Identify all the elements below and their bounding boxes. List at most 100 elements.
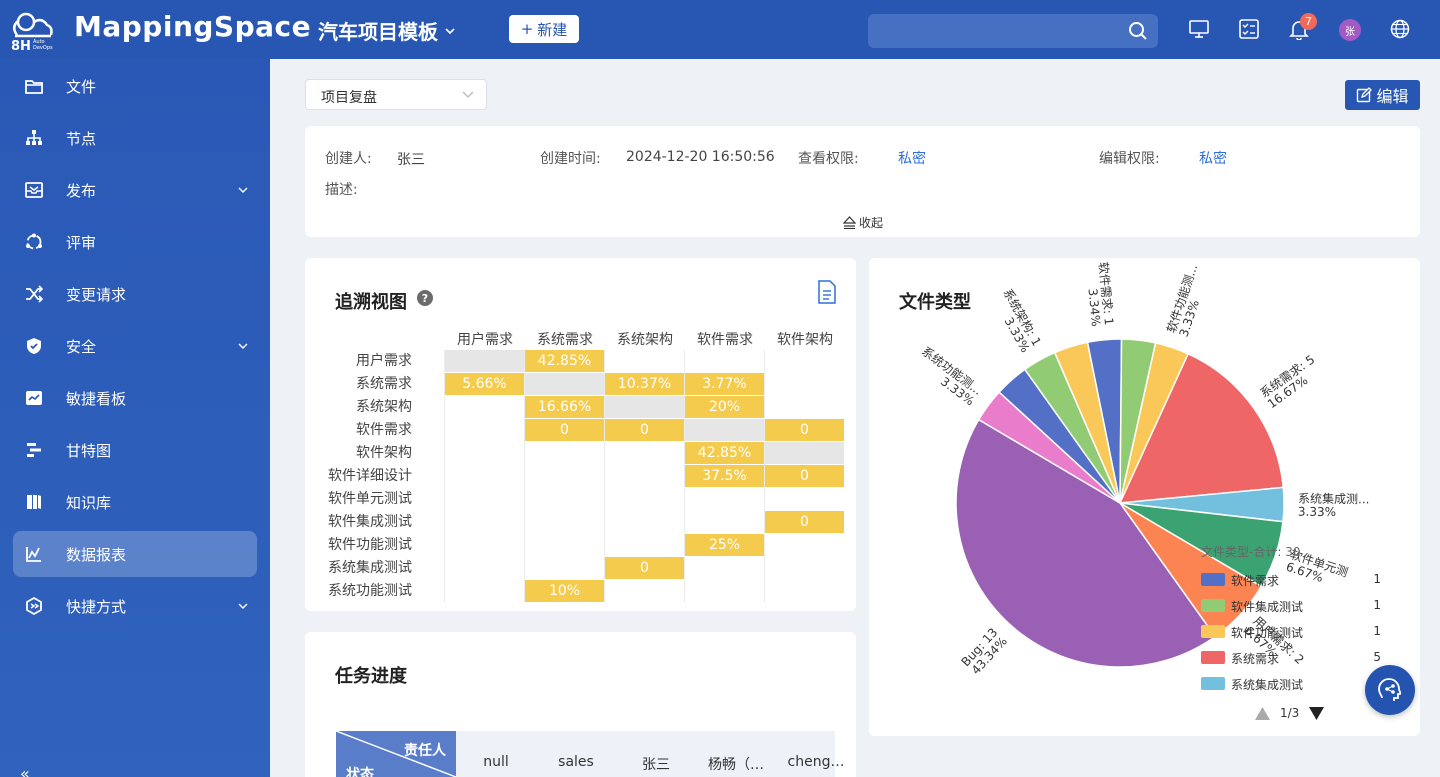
monitor-icon[interactable]: [1188, 18, 1210, 40]
collapse-sidebar-icon[interactable]: «: [20, 764, 30, 777]
sidebar-item-1[interactable]: 节点: [13, 115, 257, 161]
matrix-cell[interactable]: 3.77%: [685, 373, 764, 395]
sidebar-item-label: 知识库: [66, 493, 112, 512]
legend-item[interactable]: 系统需求 5: [1201, 650, 1381, 666]
matrix-row-label: 系统集成测试: [328, 560, 412, 576]
matrix-cell[interactable]: 0: [605, 419, 684, 441]
avatar[interactable]: 张: [1339, 19, 1361, 41]
globe-icon[interactable]: [1389, 18, 1411, 40]
sidebar-item-label: 变更请求: [66, 285, 127, 304]
view-permission-label: 查看权限:: [798, 151, 859, 167]
sidebar-item-0[interactable]: 文件: [13, 63, 257, 109]
legend-swatch: [1201, 573, 1225, 586]
sidebar-item-8[interactable]: 知识库: [13, 479, 257, 525]
matrix-cell[interactable]: 5.66%: [445, 373, 524, 395]
project-name: 汽车项目模板: [318, 20, 438, 44]
sidebar-item-4[interactable]: 变更请求: [13, 271, 257, 317]
matrix-column-header: 用户需求: [457, 332, 513, 348]
chevron-down-icon: [462, 91, 474, 98]
matrix-row-label: 软件集成测试: [328, 514, 412, 530]
pie-label: 系统功能测...3.33%: [919, 344, 985, 408]
task-table-corner: 责任人 状态: [336, 731, 456, 777]
matrix-cell[interactable]: 10%: [525, 580, 604, 602]
matrix-cell[interactable]: 0: [765, 511, 844, 533]
sidebar-item-label: 评审: [66, 233, 97, 252]
svg-text:DevOps: DevOps: [33, 45, 53, 51]
document-icon[interactable]: [817, 280, 837, 304]
legend-swatch: [1201, 677, 1225, 690]
edit-icon: [1357, 87, 1373, 103]
sidebar-item-label: 数据报表: [66, 545, 127, 564]
matrix-cell[interactable]: 0: [525, 419, 604, 441]
checklist-icon[interactable]: [1238, 18, 1260, 40]
sidebar-item-3[interactable]: 评审: [13, 219, 257, 265]
sidebar-item-5[interactable]: 安全: [13, 323, 257, 369]
pie-label: 软件功能测...3.33%: [1164, 262, 1202, 338]
sidebar-item-6[interactable]: 敏捷看板: [13, 375, 257, 421]
matrix-diagonal-cell: [525, 373, 604, 395]
sidebar-item-label: 发布: [66, 181, 97, 200]
triangle-down-icon[interactable]: [1309, 706, 1325, 720]
matrix-cell[interactable]: 16.66%: [525, 396, 604, 418]
legend-item[interactable]: 软件集成测试 1: [1201, 598, 1381, 614]
hierarchy-icon: [26, 130, 42, 145]
description-label: 描述:: [325, 182, 358, 198]
matrix-cell[interactable]: 20%: [685, 396, 764, 418]
eject-icon: [843, 216, 856, 229]
matrix-row-label: 系统架构: [356, 399, 412, 415]
edit-permission-label: 编辑权限:: [1099, 151, 1160, 167]
matrix-cell[interactable]: 0: [605, 557, 684, 579]
sidebar-item-10[interactable]: 快捷方式: [13, 583, 257, 629]
sidebar-item-9[interactable]: 数据报表: [13, 531, 257, 577]
matrix-cell[interactable]: 37.5%: [685, 465, 764, 487]
report-select[interactable]: 项目复盘: [305, 79, 487, 110]
triangle-up-icon[interactable]: [1255, 706, 1270, 720]
view-permission-link[interactable]: 私密: [898, 148, 926, 168]
chevron-down-icon: [238, 603, 248, 609]
task-column-header: cheng…: [787, 754, 845, 770]
shortcut-icon: [26, 596, 42, 616]
sidebar-item-label: 安全: [66, 337, 97, 356]
edit-permission-link[interactable]: 私密: [1199, 148, 1227, 168]
sidebar-item-2[interactable]: 发布: [13, 167, 257, 213]
pie-label-percent: 3.33%: [1298, 505, 1336, 519]
matrix-cell[interactable]: 42.85%: [685, 442, 764, 464]
matrix-cell[interactable]: 25%: [685, 534, 764, 556]
task-column-header: null: [483, 754, 509, 770]
edit-button[interactable]: 编辑: [1345, 80, 1420, 110]
legend-item[interactable]: 软件需求 1: [1201, 572, 1381, 588]
sidebar-item-7[interactable]: 甘特图: [13, 427, 257, 473]
pie-label: 系统需求: 516.67%: [1257, 352, 1317, 411]
ai-assistant-button[interactable]: [1365, 665, 1415, 715]
sidebar-item-label: 文件: [66, 77, 97, 96]
matrix-column-header: 系统架构: [617, 332, 673, 348]
matrix-row-label: 软件需求: [356, 422, 412, 438]
new-button[interactable]: + 新建: [509, 15, 579, 43]
svg-text:?: ?: [422, 292, 428, 305]
matrix-cell[interactable]: 0: [765, 465, 844, 487]
gantt-icon: [27, 443, 41, 457]
help-icon[interactable]: ?: [417, 290, 433, 306]
created-label: 创建时间:: [540, 151, 601, 167]
search-input[interactable]: [868, 14, 1158, 48]
matrix-cell[interactable]: 0: [765, 419, 844, 441]
pie-label-percent: 3.34%: [1086, 288, 1104, 327]
folder-icon: [25, 80, 43, 94]
task-column-header: sales: [558, 754, 594, 770]
legend-item[interactable]: 软件功能测试 1: [1201, 624, 1381, 640]
project-switcher[interactable]: 汽车项目模板: [318, 16, 456, 45]
matrix-row-label: 软件单元测试: [328, 491, 412, 507]
legend-total: 文件类型-合计: 30: [1201, 545, 1301, 559]
task-column-header: 张三: [642, 757, 670, 773]
sidebar-item-label: 节点: [66, 129, 97, 148]
book-icon: [27, 495, 41, 509]
fold-button[interactable]: 收起: [843, 214, 883, 231]
matrix-cell[interactable]: 42.85%: [525, 350, 604, 372]
assistant-head-icon: [1378, 678, 1402, 701]
search-icon[interactable]: [1128, 21, 1148, 41]
matrix-column-header: 软件需求: [697, 332, 753, 348]
legend-swatch: [1201, 651, 1225, 664]
legend-item[interactable]: 系统集成测试: [1201, 676, 1381, 692]
pie-label: Bug: 1343.34%: [959, 625, 1010, 677]
matrix-cell[interactable]: 10.37%: [605, 373, 684, 395]
